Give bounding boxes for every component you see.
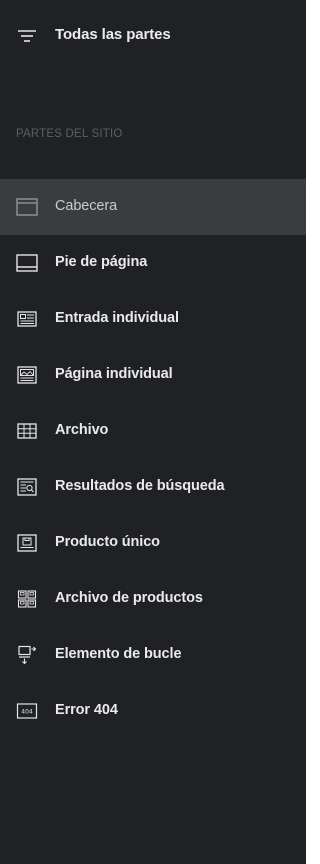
menu-item-label: Resultados de búsqueda — [55, 478, 225, 494]
menu-item-label: Cabecera — [55, 198, 118, 214]
menu-item-cabecera[interactable]: Cabecera — [0, 179, 306, 235]
site-parts-menu: Cabecera Pie de página Entrada individua… — [0, 179, 306, 739]
section-heading: PARTES DEL SITIO — [16, 128, 123, 140]
menu-item-elemento-de-bucle[interactable]: Elemento de bucle — [0, 627, 306, 683]
error-404-icon: 404 — [16, 701, 38, 721]
menu-item-label: Página individual — [55, 366, 173, 382]
search-results-icon — [16, 477, 38, 497]
menu-item-producto-unico[interactable]: Producto único — [0, 515, 306, 571]
header-layout-icon — [16, 197, 38, 217]
archive-grid-icon — [16, 421, 38, 441]
menu-item-label: Producto único — [55, 534, 160, 550]
menu-item-error-404[interactable]: 404 Error 404 — [0, 683, 306, 739]
menu-item-archivo-de-productos[interactable]: Archivo de productos — [0, 571, 306, 627]
menu-item-entrada-individual[interactable]: Entrada individual — [0, 291, 306, 347]
menu-item-label: Entrada individual — [55, 310, 179, 326]
menu-item-label: Error 404 — [55, 702, 118, 718]
site-parts-panel: Todas las partes PARTES DEL SITIO Cabece… — [0, 0, 306, 864]
filter-lines-icon — [17, 28, 37, 44]
footer-layout-icon — [16, 253, 38, 273]
all-parts-label: Todas las partes — [55, 26, 171, 43]
single-page-icon — [16, 365, 38, 385]
menu-item-label: Pie de página — [55, 254, 148, 270]
single-product-icon — [16, 533, 38, 553]
all-parts-button[interactable]: Todas las partes — [0, 14, 306, 58]
products-archive-icon — [16, 589, 38, 609]
menu-item-label: Archivo de productos — [55, 590, 203, 606]
menu-item-resultados-de-busqueda[interactable]: Resultados de búsqueda — [0, 459, 306, 515]
menu-item-pagina-individual[interactable]: Página individual — [0, 347, 306, 403]
loop-item-icon — [16, 645, 38, 665]
menu-item-label: Archivo — [55, 422, 109, 438]
menu-item-label: Elemento de bucle — [55, 646, 182, 662]
menu-item-archivo[interactable]: Archivo — [0, 403, 306, 459]
menu-item-pie-de-pagina[interactable]: Pie de página — [0, 235, 306, 291]
svg-text:404: 404 — [21, 709, 33, 716]
single-post-icon — [16, 309, 38, 329]
